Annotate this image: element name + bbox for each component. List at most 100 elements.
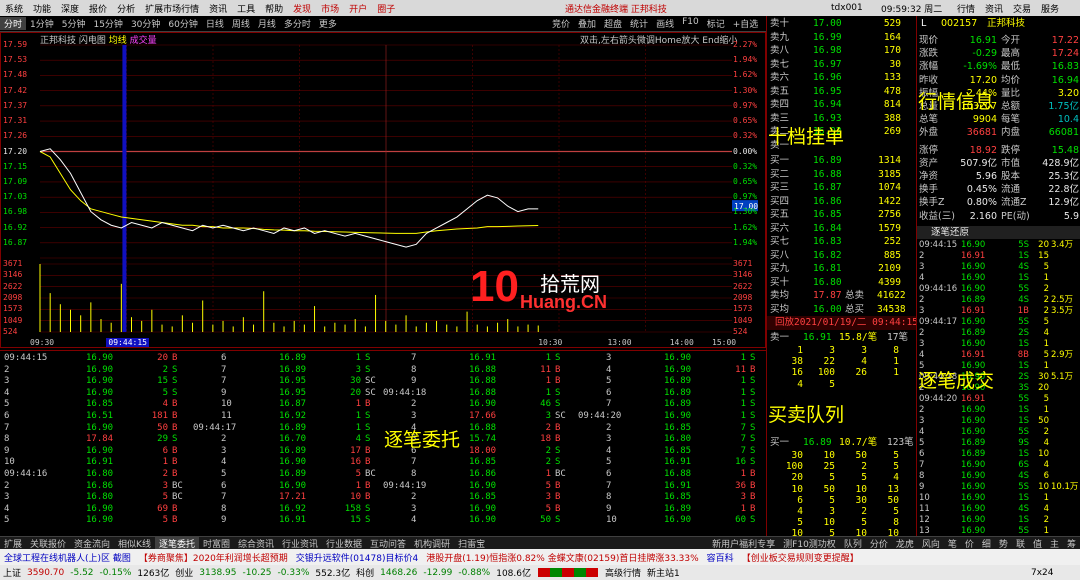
tool-auction[interactable]: 竞价 [548, 17, 574, 30]
tab-multi-intraday[interactable]: 多分时 [280, 17, 315, 30]
ticker-item[interactable]: 全球工程在线机器人(上)区 截图 [0, 551, 135, 564]
order-book-row[interactable]: 买四 16.86 1422 [767, 195, 917, 209]
menu-item-circle[interactable]: 圈子 [372, 2, 400, 15]
tab-more[interactable]: 更多 [315, 17, 341, 30]
bottom-right-tab[interactable]: 队列 [840, 537, 866, 550]
cy-label[interactable]: 创业 [172, 566, 196, 579]
menu-item-quote[interactable]: 报价 [84, 2, 112, 15]
bottom-right-tab[interactable]: 笔 [944, 537, 961, 550]
bottom-right-tab[interactable]: 分价 [866, 537, 892, 550]
tool-draw[interactable]: 画线 [652, 17, 678, 30]
bottom-tab[interactable]: 扩展 [0, 537, 26, 550]
bottom-tab[interactable]: 时富圈 [199, 537, 234, 550]
order-book-row[interactable]: 卖四 16.94 814 [767, 98, 917, 112]
stock-header[interactable]: L 002157 正邦科技 [917, 17, 1080, 30]
order-book-row[interactable]: 买十 16.80 4399 [767, 276, 917, 290]
menu-item-help[interactable]: 帮助 [260, 2, 288, 15]
tab-60min[interactable]: 60分钟 [164, 17, 201, 30]
tab-5min[interactable]: 5分钟 [58, 17, 90, 30]
bottom-tab[interactable]: 逐笔委托 [154, 537, 199, 549]
order-book-row[interactable]: 卖八 16.98 170 [767, 44, 917, 58]
order-book-row[interactable]: 买五 16.85 2756 [767, 208, 917, 222]
order-book-row[interactable]: 买三 16.87 1074 [767, 181, 917, 195]
tape-row: 5 16.90 5 B [0, 515, 190, 527]
bottom-tab[interactable]: 行业资讯 [278, 537, 322, 550]
tab-15min[interactable]: 15分钟 [89, 17, 126, 30]
tool-superdisk[interactable]: 超盘 [600, 17, 626, 30]
menu-item-market[interactable]: 市场 [316, 2, 344, 15]
status-7x24[interactable]: 7x24 [1028, 568, 1057, 578]
order-book-row[interactable]: 卖九 16.99 164 [767, 31, 917, 45]
menu-item-tools[interactable]: 工具 [232, 2, 260, 15]
top-tab-trade[interactable]: 交易 [1008, 0, 1036, 16]
bottom-tab[interactable]: 相似K线 [114, 537, 155, 550]
bottom-tab[interactable]: 行业数据 [322, 537, 366, 550]
order-book-row[interactable]: 卖六 16.96 133 [767, 71, 917, 85]
bottom-right-tab[interactable]: 细 [978, 537, 995, 550]
order-book-row[interactable]: 买一 16.89 1314 [767, 154, 917, 168]
bottom-right-tab[interactable]: 值 [1029, 537, 1046, 550]
order-book-row[interactable]: 买九 16.81 2109 [767, 262, 917, 276]
order-book-row[interactable]: 卖五 16.95 478 [767, 85, 917, 99]
order-book-row[interactable]: 买六 16.84 1579 [767, 222, 917, 236]
queue-header[interactable]: 卖一 16.91 15.8/笔 17笔 [767, 331, 917, 345]
bottom-right-tab[interactable]: 主 [1046, 537, 1063, 550]
status-site[interactable]: 新主站1 [644, 566, 683, 579]
top-tab-quote[interactable]: 行情 [952, 0, 980, 16]
tape-volume: 1 [355, 353, 361, 363]
queue-header[interactable]: 买一 16.89 10.7/笔 123笔 [767, 436, 917, 450]
bottom-tab[interactable]: 关联报价 [26, 537, 70, 550]
tape-side: B [172, 445, 178, 456]
bottom-right-tab[interactable]: 风向 [918, 537, 944, 550]
intraday-chart-svg[interactable]: 17.00 [0, 32, 766, 350]
tool-overlay[interactable]: 叠加 [574, 17, 600, 30]
menu-item-analysis[interactable]: 分析 [112, 2, 140, 15]
order-book-row[interactable]: 买二 16.88 3185 [767, 168, 917, 182]
top-tab-news[interactable]: 资讯 [980, 0, 1008, 16]
ticker-item[interactable]: 【创业板交易规则变更提醒】 [738, 551, 863, 564]
menu-item-extended-market[interactable]: 扩展市场行情 [140, 2, 204, 15]
crosshair-cursor[interactable] [122, 45, 127, 332]
tab-weekly[interactable]: 周线 [228, 17, 254, 30]
tool-stats[interactable]: 统计 [626, 17, 652, 30]
tab-1min[interactable]: 1分钟 [26, 17, 58, 30]
top-tab-service[interactable]: 服务 [1036, 0, 1064, 16]
bottom-right-tab[interactable]: 新用户福利专享 [708, 537, 779, 550]
status-mode[interactable]: 高级行情 [602, 566, 644, 579]
bottom-right-tab[interactable]: 龙虎 [892, 537, 918, 550]
bottom-tab[interactable]: 扫雷宝 [454, 537, 489, 550]
ticker-item[interactable]: 【券商聚焦】2020年利润增长超预期 [135, 551, 292, 564]
bottom-tab[interactable]: 综合资讯 [234, 537, 278, 550]
ticker-item[interactable]: 交银升远软件(01478)目标价4 [292, 551, 422, 564]
tab-30min[interactable]: 30分钟 [127, 17, 164, 30]
kc-label[interactable]: 科创 [353, 566, 377, 579]
menu-item-open-account[interactable]: 开户 [344, 2, 372, 15]
order-book-row[interactable]: 卖七 16.97 30 [767, 58, 917, 72]
order-book-row[interactable]: 卖十 17.00 529 [767, 17, 917, 31]
menu-item-function[interactable]: 功能 [28, 2, 56, 15]
menu-item-news[interactable]: 资讯 [204, 2, 232, 15]
bottom-tab[interactable]: 机构调研 [410, 537, 454, 550]
order-book-row[interactable]: 买八 16.82 885 [767, 249, 917, 263]
sh-label[interactable]: 上证 [0, 566, 24, 579]
bottom-right-tab[interactable]: 价 [961, 537, 978, 550]
bottom-right-tab[interactable]: 测F10测功权 [779, 537, 840, 550]
bottom-right-tab[interactable]: 筹 [1063, 537, 1080, 550]
ticker-item[interactable]: 容百科 [703, 551, 738, 564]
bottom-right-tab[interactable]: 势 [995, 537, 1012, 550]
menu-item-system[interactable]: 系统 [0, 2, 28, 15]
menu-item-discover[interactable]: 发现 [288, 2, 316, 15]
tool-f10[interactable]: F10 [678, 17, 703, 30]
menu-item-depth[interactable]: 深度 [56, 2, 84, 15]
ticker-item[interactable]: 港股开盘(1.19)恒指涨0.82% 金蝶文康(02159)首日挂牌涨33.33… [422, 551, 702, 564]
bottom-tab[interactable]: 资金流向 [70, 537, 114, 550]
tool-add-watch[interactable]: +自选 [729, 17, 763, 30]
order-book-row[interactable]: 买七 16.83 252 [767, 235, 917, 249]
tab-daily[interactable]: 日线 [202, 17, 228, 30]
tab-intraday[interactable]: 分时 [0, 17, 27, 30]
tool-mark[interactable]: 标记 [703, 17, 729, 30]
bottom-right-tab[interactable]: 联 [1012, 537, 1029, 550]
bottom-tab[interactable]: 互动问答 [366, 537, 410, 550]
ticks-title[interactable]: 逐笔还原 [917, 226, 1080, 240]
tab-monthly[interactable]: 月线 [254, 17, 280, 30]
